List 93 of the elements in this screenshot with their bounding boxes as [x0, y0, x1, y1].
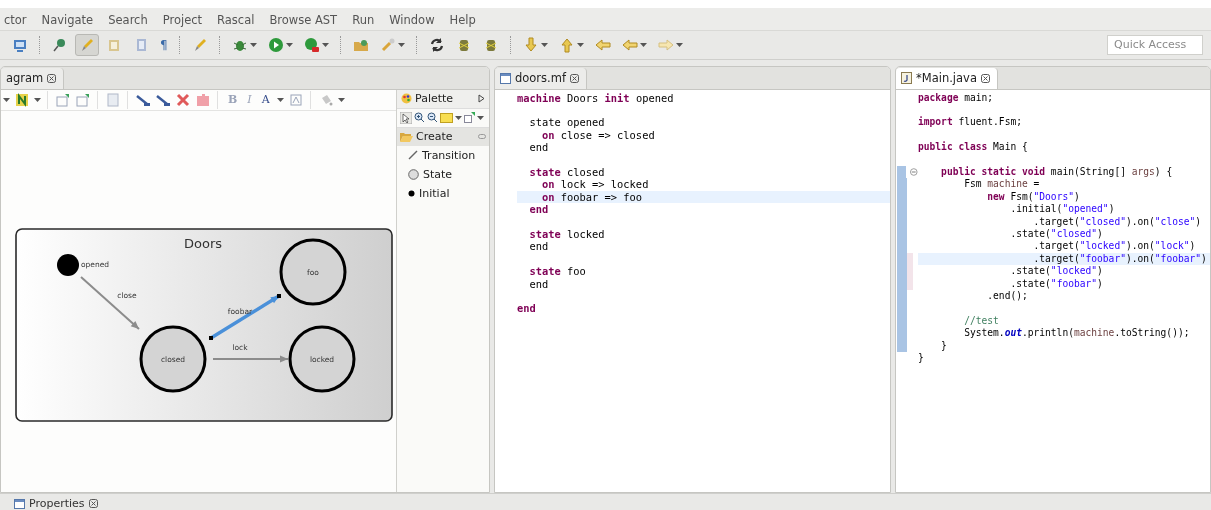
code-line: state closed: [528, 166, 606, 179]
properties-tab[interactable]: Properties: [10, 497, 102, 510]
diagram-title: Doors: [184, 235, 222, 251]
java-file-icon: [901, 72, 912, 85]
pilcrow-label: ¶: [160, 37, 168, 52]
properties-icon: [14, 498, 25, 509]
dot-tool-icon: [408, 189, 415, 197]
code-line: new Fsm("Doors"): [986, 190, 1081, 204]
menu-item[interactable]: Window: [389, 12, 435, 27]
menu-item[interactable]: Help: [449, 12, 476, 27]
code-line: .state("closed"): [1009, 228, 1104, 241]
dropdown-caret-icon[interactable]: [540, 42, 548, 47]
code-line: }: [918, 351, 925, 365]
circle-tool-icon: [408, 168, 419, 180]
dropdown-caret-icon[interactable]: [321, 42, 329, 47]
close-icon[interactable]: [980, 73, 990, 83]
menu-item[interactable]: Rascal: [217, 12, 255, 27]
run-stop-icon[interactable]: [303, 36, 320, 53]
code-line: System.out.println(machine.toString());: [963, 327, 1191, 340]
font-color-icon[interactable]: [14, 91, 30, 108]
menu-item[interactable]: ctor: [4, 12, 27, 27]
document-add-icon[interactable]: [464, 112, 475, 124]
toolbar-button[interactable]: ¶: [156, 34, 172, 55]
code-line: on lock => locked: [541, 178, 650, 191]
collapse-palette-icon[interactable]: [478, 94, 485, 104]
menu-item[interactable]: Run: [352, 12, 375, 27]
code-line: }: [940, 339, 948, 352]
editor-tab[interactable]: doors.mf: [495, 67, 587, 89]
code-line: end: [528, 141, 550, 154]
editor-tab[interactable]: agram: [1, 67, 65, 89]
code-line: public static void main(String[] args) {: [940, 166, 1174, 179]
code-line: .target("closed").on("close"): [1032, 215, 1203, 228]
palette-item[interactable]: Transition: [397, 145, 489, 165]
code-line: import fluent.Fsm;: [918, 116, 1023, 129]
code-line: on close => closed: [541, 128, 656, 142]
line-tool-icon: [408, 150, 418, 161]
dropdown-caret-icon[interactable]: [337, 97, 345, 102]
document-add-icon[interactable]: [75, 91, 91, 108]
code-line: .end();: [986, 289, 1029, 303]
document-add-icon[interactable]: [55, 91, 71, 108]
code-line: state locked: [528, 228, 606, 241]
quick-access-field[interactable]: Quick Access: [1107, 34, 1203, 55]
code-line: .target("locked").on("lock"): [1032, 240, 1197, 253]
dropdown-caret-icon[interactable]: [34, 97, 41, 102]
dropdown-caret-icon[interactable]: [397, 42, 405, 47]
code-line: end: [528, 277, 550, 290]
menu-item[interactable]: Project: [162, 12, 203, 27]
menu-item[interactable]: Search: [108, 12, 148, 27]
state-node[interactable]: [288, 325, 356, 393]
code-line: Fsm machine =: [963, 178, 1041, 191]
close-icon[interactable]: [47, 73, 57, 83]
dropdown-caret-icon[interactable]: [639, 42, 647, 47]
dropdown-caret-icon[interactable]: [455, 115, 462, 120]
run-icon[interactable]: [267, 36, 284, 53]
state-node[interactable]: [139, 325, 207, 393]
state-node[interactable]: [279, 238, 347, 306]
file-icon: [500, 72, 511, 84]
code-line: end: [517, 302, 537, 315]
editor-tab[interactable]: *Main.java: [896, 67, 998, 89]
code-line: state opened: [528, 116, 606, 129]
dropdown-caret-icon[interactable]: [675, 42, 683, 47]
dropdown-caret-icon[interactable]: [285, 42, 293, 47]
dropdown-caret-icon[interactable]: [576, 42, 584, 47]
zoom-out-icon[interactable]: [427, 112, 438, 124]
code-line: .initial("opened"): [1009, 203, 1116, 216]
folder-open-icon: [400, 131, 413, 142]
dropdown-caret-icon[interactable]: [477, 115, 484, 120]
code-line: end: [528, 240, 550, 253]
code-line: .state("foobar"): [1009, 277, 1104, 290]
code-line: //test: [963, 314, 1000, 328]
palette-title: Palette: [415, 92, 455, 106]
palette-item[interactable]: Initial: [397, 183, 489, 203]
delete-icon[interactable]: [175, 91, 191, 108]
code-line: machine Doors init opened: [517, 91, 675, 105]
code-line: public class Main {: [918, 141, 1029, 154]
code-line: package main;: [918, 91, 995, 105]
code-line: end: [528, 203, 550, 216]
dropdown-caret-icon[interactable]: [3, 97, 10, 102]
palette-item[interactable]: State: [397, 164, 489, 184]
format-button[interactable]: A: [258, 93, 273, 107]
close-icon[interactable]: [570, 73, 579, 83]
menu-item[interactable]: Navigate: [41, 12, 94, 27]
menu-item[interactable]: Browse AST: [269, 12, 338, 27]
zoom-in-icon[interactable]: [414, 112, 425, 124]
code-line: state foo: [528, 265, 587, 278]
collapse-icon[interactable]: [910, 168, 918, 177]
palette-icon: [401, 93, 412, 105]
close-icon[interactable]: [88, 499, 98, 508]
dropdown-caret-icon[interactable]: [276, 97, 284, 102]
code-line: .state("locked"): [1009, 265, 1104, 278]
dropdown-caret-icon[interactable]: [249, 42, 257, 47]
initial-node[interactable]: [57, 253, 79, 276]
select-tool-icon[interactable]: [400, 111, 412, 124]
